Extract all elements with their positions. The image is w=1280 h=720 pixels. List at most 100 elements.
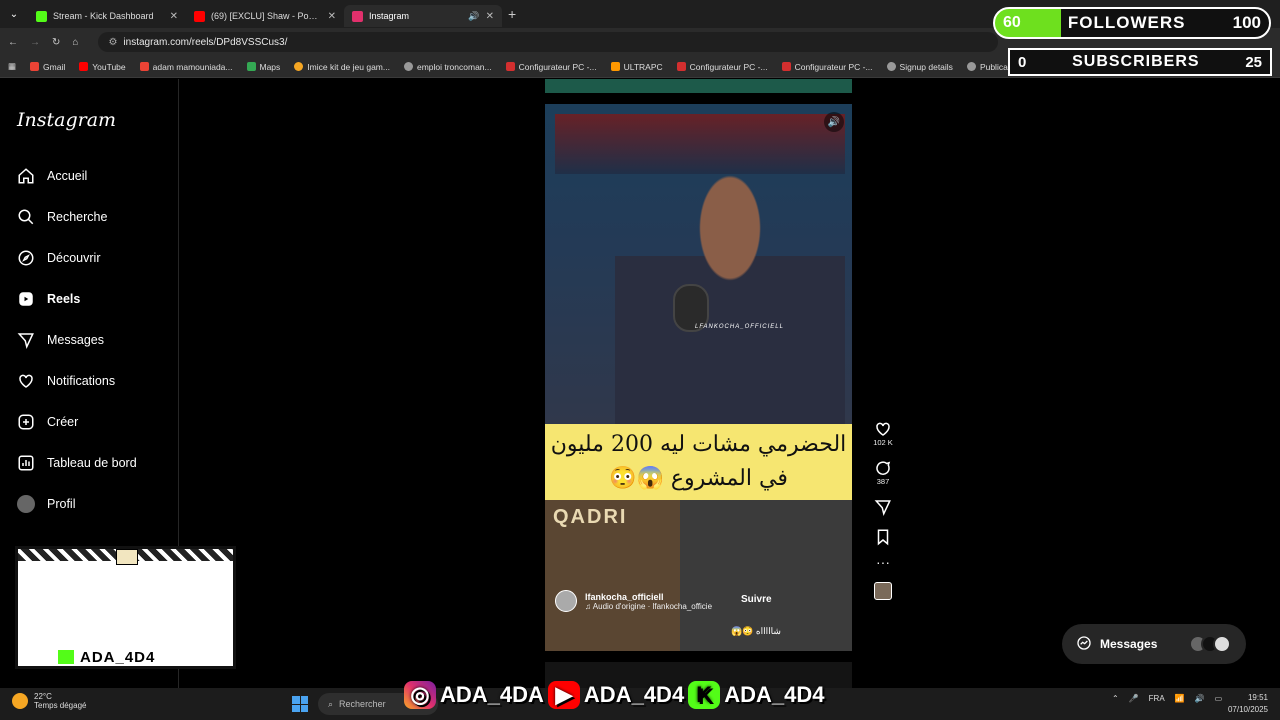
home-icon[interactable]: ⌂ bbox=[72, 37, 78, 48]
frame-logo-icon bbox=[116, 549, 138, 565]
reels-icon bbox=[17, 290, 35, 308]
send-icon bbox=[874, 500, 891, 516]
tab-instagram[interactable]: Instagram 🔊 ✕ bbox=[344, 5, 502, 27]
kick-icon: K bbox=[688, 681, 721, 709]
bookmark[interactable]: emploi troncoman... bbox=[403, 62, 492, 72]
nav-decouvrir[interactable]: Découvrir bbox=[17, 249, 101, 267]
reel-video-frame: LFANKOCHA_OFFICIELL bbox=[545, 104, 852, 424]
youtube-icon: ▶ bbox=[547, 681, 580, 709]
search-label: Rechercher bbox=[339, 699, 386, 709]
comment-count: 387 bbox=[876, 477, 890, 486]
followers-label: FOLLOWERS bbox=[1067, 13, 1186, 32]
nav-label: Profil bbox=[47, 497, 76, 511]
youtube-icon bbox=[194, 10, 205, 22]
tab-kick[interactable]: Stream - Kick Dashboard ✕ bbox=[28, 5, 186, 27]
search-icon bbox=[17, 208, 35, 226]
author-avatar[interactable] bbox=[555, 590, 577, 612]
like-button[interactable]: 102 K bbox=[873, 420, 893, 447]
audio-label[interactable]: ♫ Audio d'origine · lfankocha_officie bbox=[585, 602, 712, 611]
person bbox=[615, 144, 845, 424]
new-tab-button[interactable]: + bbox=[508, 6, 516, 22]
nav-profil[interactable]: Profil bbox=[17, 495, 75, 513]
nav-messages[interactable]: Messages bbox=[17, 331, 104, 349]
forward-icon[interactable]: → bbox=[30, 37, 40, 48]
start-icon[interactable] bbox=[292, 696, 308, 712]
bookmark[interactable]: Maps bbox=[246, 62, 280, 72]
nav-notifications[interactable]: Notifications bbox=[17, 372, 115, 390]
message-avatars bbox=[1189, 635, 1232, 653]
nav-creer[interactable]: Créer bbox=[17, 413, 78, 431]
bookmark[interactable]: Gmail bbox=[30, 62, 65, 72]
weather-icon bbox=[12, 693, 28, 709]
more-icon: ··· bbox=[876, 554, 890, 570]
nav-accueil[interactable]: Accueil bbox=[17, 167, 87, 185]
messages-label: Messages bbox=[1100, 637, 1158, 651]
site-info-icon[interactable]: ⚙ bbox=[108, 37, 117, 48]
tab-youtube[interactable]: (69) [EXCLU] Shaw - Popstar #P ✕ bbox=[186, 5, 344, 27]
apps-icon[interactable]: ▦ bbox=[8, 61, 16, 72]
gmail-icon bbox=[30, 62, 40, 71]
weather-widget[interactable]: 22°C Temps dégagé bbox=[12, 692, 86, 710]
youtube-handle: ADA_4D4 bbox=[583, 682, 685, 707]
comment-button[interactable]: 387 bbox=[874, 459, 892, 486]
tab-list-icon[interactable]: ⌄ bbox=[0, 9, 28, 20]
messages-drawer-button[interactable]: Messages bbox=[1062, 624, 1246, 664]
volume-icon[interactable]: 🔊 bbox=[824, 112, 844, 132]
clock[interactable]: 19:51 07/10/2025 bbox=[1228, 692, 1268, 716]
bookmark[interactable]: Configurateur PC -... bbox=[505, 62, 597, 72]
language[interactable]: FRA bbox=[1149, 694, 1165, 703]
back-icon[interactable]: ← bbox=[8, 37, 18, 48]
site-icon bbox=[505, 62, 515, 71]
bookmark[interactable]: Imice kit de jeu gam... bbox=[294, 62, 390, 72]
url-field[interactable]: ⚙ instagram.com/reels/DPd8VSSCus3/ bbox=[98, 32, 999, 52]
wifi-icon[interactable]: 📶 bbox=[1175, 694, 1185, 703]
bookmark[interactable]: Configurateur PC -... bbox=[676, 62, 768, 72]
instagram-logo[interactable]: Instagram bbox=[17, 109, 116, 131]
reel-author[interactable]: lfankocha_officiell ♫ Audio d'origine · … bbox=[555, 590, 712, 612]
nav-label: Accueil bbox=[47, 169, 88, 183]
home-icon bbox=[17, 167, 35, 185]
site-icon bbox=[676, 62, 686, 71]
mic-icon[interactable]: 🎤 bbox=[1129, 694, 1139, 703]
gmail-icon bbox=[139, 62, 149, 71]
bookmark[interactable]: Configurateur PC -... bbox=[781, 62, 873, 72]
banner-line: الحضرمي مشات ليه 200 مليون bbox=[550, 432, 847, 457]
save-button[interactable] bbox=[874, 528, 892, 546]
volume-icon[interactable]: 🔊 bbox=[1195, 694, 1205, 703]
kick-icon bbox=[36, 10, 47, 22]
music-icon: ♫ bbox=[585, 601, 593, 611]
bookmark[interactable]: adam mamouniada... bbox=[139, 62, 233, 72]
follow-button[interactable]: Suivre bbox=[741, 594, 772, 605]
speaker-icon[interactable]: 🔊 bbox=[468, 11, 479, 22]
previous-reel-edge bbox=[545, 79, 852, 93]
close-icon[interactable]: ✕ bbox=[486, 11, 494, 22]
reload-icon[interactable]: ↻ bbox=[52, 37, 60, 48]
close-icon[interactable]: ✕ bbox=[328, 11, 336, 22]
nav-label: Créer bbox=[47, 415, 79, 429]
chevron-up-icon[interactable]: ⌃ bbox=[1112, 694, 1119, 703]
bookmark[interactable]: YouTube bbox=[79, 62, 126, 72]
bookmark[interactable]: ULTRAPC bbox=[610, 62, 663, 72]
more-button[interactable]: ··· bbox=[876, 554, 890, 570]
temperature: 22°C bbox=[34, 692, 52, 701]
nav-tableau-de-bord[interactable]: Tableau de bord bbox=[17, 454, 137, 472]
nav-reels[interactable]: Reels bbox=[17, 290, 80, 308]
globe-icon bbox=[403, 62, 413, 71]
store-sign: QADRI bbox=[553, 506, 628, 528]
battery-icon[interactable]: ▭ bbox=[1215, 694, 1223, 703]
weather-text: Temps dégagé bbox=[34, 701, 87, 710]
author-name[interactable]: lfankocha_officiell bbox=[585, 592, 712, 602]
audio-thumbnail[interactable] bbox=[874, 582, 892, 600]
site-icon bbox=[610, 62, 620, 71]
reel-video[interactable]: LFANKOCHA_OFFICIELL 🔊 الحضرمي مشات ليه 2… bbox=[545, 104, 852, 651]
share-button[interactable] bbox=[874, 498, 892, 516]
tab-title: Stream - Kick Dashboard bbox=[53, 11, 154, 21]
reel-actions: 102 K 387 ··· bbox=[866, 420, 900, 600]
nav-recherche[interactable]: Recherche bbox=[17, 208, 107, 226]
close-icon[interactable]: ✕ bbox=[170, 11, 178, 22]
subs-goal: 25 bbox=[1245, 53, 1262, 71]
followers-current: 60 bbox=[1003, 14, 1021, 31]
heart-icon bbox=[876, 422, 890, 436]
bookmark[interactable]: Signup details bbox=[886, 62, 953, 72]
reel-caption[interactable]: شاااااه 😳😱 bbox=[731, 626, 781, 637]
